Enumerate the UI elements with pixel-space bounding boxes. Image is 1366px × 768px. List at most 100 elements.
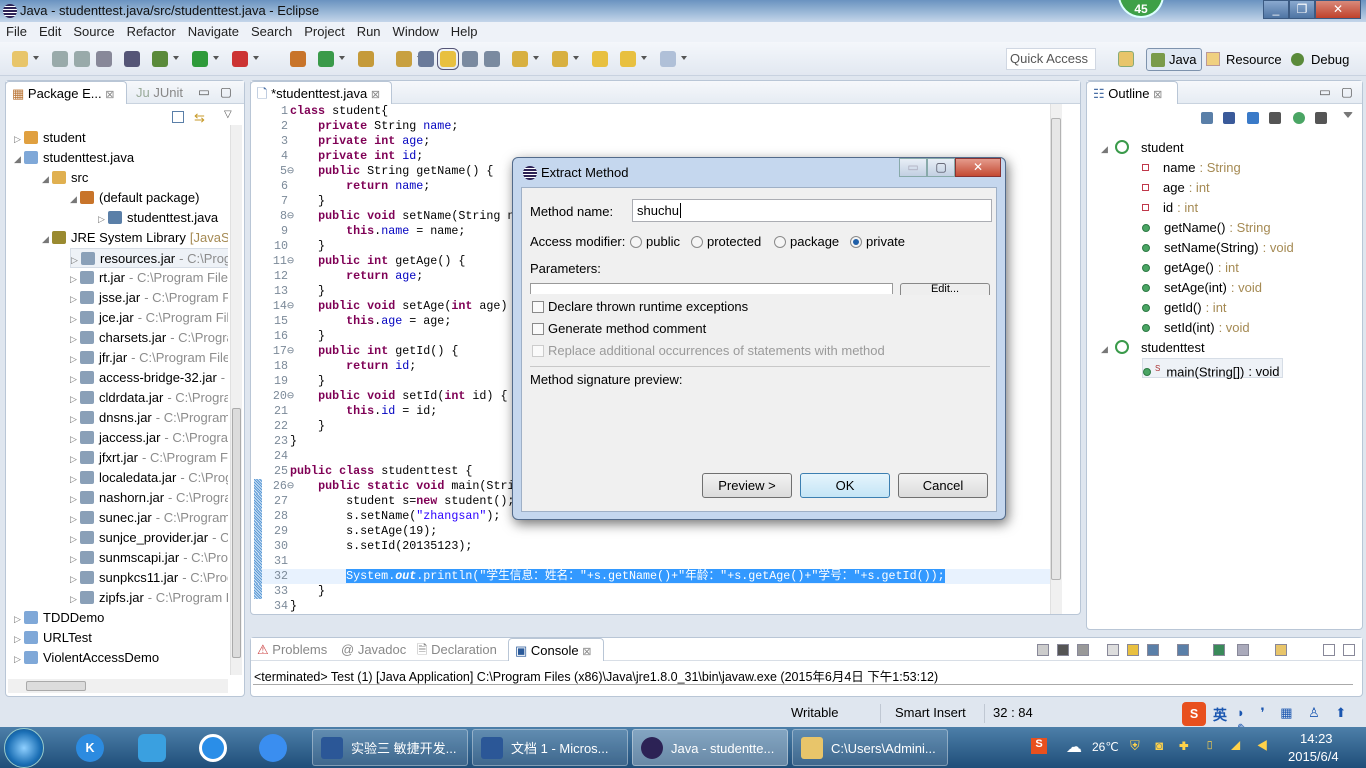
show-on-output-icon[interactable] <box>1147 644 1159 656</box>
radio-private[interactable]: private <box>850 234 905 249</box>
collapsed-arrow-icon[interactable]: ▷ <box>98 209 108 229</box>
tray-sogou-icon[interactable]: S <box>1031 738 1047 754</box>
outline-item[interactable]: setName(String): void <box>1142 238 1294 258</box>
editor-vscrollbar[interactable] <box>1050 104 1062 614</box>
toggle-breadcrumb-icon[interactable] <box>418 51 434 67</box>
expanded-arrow-icon[interactable]: ◢ <box>70 189 80 209</box>
tree-item[interactable]: ▷ jfxrt.jar - C:\Program File <box>70 448 228 468</box>
menu-refactor[interactable]: Refactor <box>121 22 182 42</box>
hide-local-types-icon[interactable] <box>1315 112 1327 124</box>
package-explorer-vscrollbar[interactable] <box>230 125 242 675</box>
expanded-arrow-icon[interactable]: ◢ <box>1101 339 1111 359</box>
mark-occurrences-icon[interactable] <box>437 48 459 70</box>
collapsed-arrow-icon[interactable]: ▷ <box>14 129 24 149</box>
view-menu-icon[interactable]: ▽ <box>224 109 232 120</box>
previous-annotation-icon[interactable] <box>552 51 568 67</box>
collapsed-arrow-icon[interactable]: ▷ <box>70 409 80 429</box>
tab-javadoc[interactable]: @ Javadoc <box>335 638 412 661</box>
outline-item[interactable]: name: String <box>1142 158 1241 178</box>
debug-icon[interactable] <box>152 51 168 67</box>
open-console-icon[interactable] <box>1275 644 1287 656</box>
tree-item[interactable]: ▷ rt.jar - C:\Program Files ( <box>70 268 228 288</box>
maximize-view-icon[interactable] <box>1343 644 1355 656</box>
collapsed-arrow-icon[interactable]: ▷ <box>14 629 24 649</box>
dropdown-arrow-icon[interactable] <box>681 56 687 60</box>
minimize-view-icon[interactable]: ▭ <box>1319 84 1331 99</box>
menu-run[interactable]: Run <box>351 22 387 42</box>
pin-console-icon[interactable] <box>1213 644 1225 656</box>
new-package-icon[interactable] <box>290 51 306 67</box>
skip-breakpoints-icon[interactable] <box>124 51 140 67</box>
block-selection-icon[interactable] <box>462 51 478 67</box>
new-icon[interactable] <box>12 51 28 67</box>
tree-item[interactable]: ▷ TDDDemo <box>14 608 104 628</box>
collapsed-arrow-icon[interactable]: ▷ <box>14 649 24 669</box>
dropdown-arrow-icon[interactable] <box>173 56 179 60</box>
dropdown-arrow-icon[interactable] <box>573 56 579 60</box>
code-line[interactable]: 2 private String name; <box>254 119 1050 134</box>
close-tab-icon[interactable]: ⊠ <box>1153 89 1162 101</box>
package-explorer-hscrollbar[interactable] <box>8 679 228 693</box>
collapsed-arrow-icon[interactable]: ▷ <box>70 389 80 409</box>
dropdown-arrow-icon[interactable] <box>33 56 39 60</box>
tree-item[interactable]: ◢ JRE System Library[JavaSE-1 <box>42 228 228 248</box>
dialog-maximize-button[interactable]: ▢ <box>927 158 955 177</box>
expanded-arrow-icon[interactable]: ◢ <box>14 149 24 169</box>
tree-item[interactable]: ▷ jfr.jar - C:\Program Files <box>70 348 228 368</box>
tree-item[interactable]: ▷ charsets.jar- C:\Program <box>70 328 228 348</box>
menu-edit[interactable]: Edit <box>33 22 67 42</box>
open-type-icon[interactable] <box>358 51 374 67</box>
minimize-view-icon[interactable] <box>1323 644 1335 656</box>
menu-navigate[interactable]: Navigate <box>182 22 245 42</box>
collapsed-arrow-icon[interactable]: ▷ <box>70 549 80 569</box>
expanded-arrow-icon[interactable]: ◢ <box>42 169 52 189</box>
open-perspective-icon[interactable] <box>1118 51 1134 67</box>
outline-item[interactable]: setAge(int): void <box>1142 278 1262 298</box>
close-button[interactable]: ✕ <box>1315 0 1361 19</box>
remove-launch-icon[interactable] <box>1057 644 1069 656</box>
outline-item[interactable]: getAge(): int <box>1142 258 1239 278</box>
pinned-note-icon[interactable] <box>259 734 287 762</box>
menu-window[interactable]: Window <box>387 22 445 42</box>
save-icon[interactable] <box>52 51 68 67</box>
outline-item[interactable]: getName(): String <box>1142 218 1271 238</box>
taskbar-item[interactable]: 文档 1 - Micros... <box>472 729 628 766</box>
tree-item[interactable]: ▷ jaccess.jar- C:\Program <box>70 428 228 448</box>
edit-parameter-button[interactable]: Edit... <box>900 283 990 295</box>
collapsed-arrow-icon[interactable]: ▷ <box>70 309 80 329</box>
tree-item[interactable]: ▷ URLTest <box>14 628 92 648</box>
minimize-button[interactable]: _ <box>1263 0 1289 19</box>
pinned-app-icon[interactable] <box>138 734 166 762</box>
maximize-view-icon[interactable]: ▢ <box>220 84 232 99</box>
radio-package[interactable]: package <box>774 234 839 249</box>
collapsed-arrow-icon[interactable]: ▷ <box>70 589 80 609</box>
taskbar-item[interactable]: Java - studentte... <box>632 729 788 766</box>
tab-studenttest-java[interactable]: 🗋 *studenttest.java ⊠ <box>250 81 392 104</box>
dropdown-arrow-icon[interactable] <box>641 56 647 60</box>
weather-temperature[interactable]: 26℃ <box>1092 740 1119 754</box>
collapsed-arrow-icon[interactable]: ▷ <box>70 449 80 469</box>
dropdown-arrow-icon[interactable] <box>213 56 219 60</box>
external-tools-icon[interactable] <box>232 51 248 67</box>
collapsed-arrow-icon[interactable]: ▷ <box>14 609 24 629</box>
print-icon[interactable] <box>96 51 112 67</box>
menu-project[interactable]: Project <box>298 22 350 42</box>
maximize-view-icon[interactable]: ▢ <box>1341 84 1353 99</box>
run-icon[interactable] <box>192 51 208 67</box>
taskbar-item[interactable]: C:\Users\Admini... <box>792 729 948 766</box>
dialog-close-button[interactable]: ✕ <box>955 158 1001 177</box>
radio-public[interactable]: public <box>630 234 680 249</box>
code-line[interactable]: 30 s.setId(20135123); <box>254 539 1050 554</box>
search-icon[interactable] <box>396 51 412 67</box>
code-line[interactable]: 29 s.setAge(19); <box>254 524 1050 539</box>
code-line[interactable]: 32 System.out.println("学生信息：姓名："+s.getNa… <box>254 569 1050 584</box>
taskbar-item[interactable]: 实验三 敏捷开发... <box>312 729 468 766</box>
next-annotation-icon[interactable] <box>512 51 528 67</box>
display-console-icon[interactable] <box>1237 644 1249 656</box>
save-all-icon[interactable] <box>74 51 90 67</box>
collapsed-arrow-icon[interactable]: ▷ <box>70 369 80 389</box>
collapsed-arrow-icon[interactable]: ▷ <box>70 289 80 309</box>
perspective-debug[interactable]: Debug <box>1291 48 1349 71</box>
tree-item[interactable]: ▷ student <box>14 128 86 148</box>
tree-item[interactable]: ▷ nashorn.jar- C:\Program <box>70 488 228 508</box>
